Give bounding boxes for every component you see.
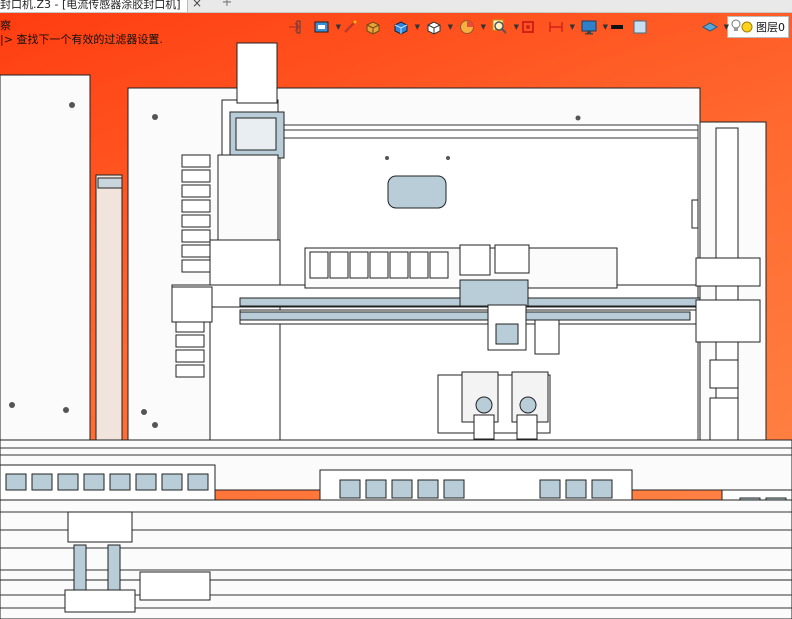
lightbulb-icon: [731, 18, 741, 37]
white-cube-icon[interactable]: ▼: [418, 16, 453, 38]
document-tab-title: 封口机.Z3 - [电流传感器涂胶封口机]: [0, 0, 181, 11]
red-frame-icon[interactable]: [517, 16, 539, 38]
view-cube-icon[interactable]: ▼: [306, 16, 341, 38]
view-toolbar: ▼ ▼ ▼ ▼ ▼ ▼ ▼: [283, 15, 652, 39]
cad-model-drawing: [0, 42, 792, 619]
section-pie-icon[interactable]: ▼: [451, 16, 486, 38]
pencil-sketch-icon[interactable]: [339, 16, 361, 38]
line-color-swatch-icon[interactable]: [606, 16, 628, 38]
command-console: 察 |> 查找下一个有效的过滤器设置.: [0, 19, 163, 47]
layer-toolbar: ▼ 图层0: [694, 15, 792, 39]
document-tab[interactable]: 封口机.Z3 - [电流传感器涂胶封口机]: [0, 0, 188, 12]
console-line-1: 察: [0, 19, 11, 32]
shaded-solid-icon[interactable]: [362, 16, 384, 38]
close-tab-icon[interactable]: ×: [190, 0, 204, 10]
new-tab-icon[interactable]: +: [220, 0, 234, 10]
layer-color-dot-icon: [741, 18, 753, 37]
blue-cube-icon[interactable]: ▼: [385, 16, 420, 38]
fill-color-swatch-icon[interactable]: [629, 16, 651, 38]
3d-model-viewport[interactable]: 察 |> 查找下一个有效的过滤器设置. ▼ ▼ ▼ ▼ ▼ ▼ ▼ ▼ 图层0: [0, 13, 792, 619]
document-tab-bar: 封口机.Z3 - [电流传感器涂胶封口机] × +: [0, 0, 792, 13]
monitor-display-icon[interactable]: ▼: [573, 16, 608, 38]
dimension-icon[interactable]: ▼: [540, 16, 575, 38]
layer-visibility-icon[interactable]: ▼: [694, 16, 729, 38]
orient-arrow-icon[interactable]: [283, 16, 305, 38]
zoom-magnifier-icon[interactable]: ▼: [484, 16, 519, 38]
layer-selector[interactable]: 图层0: [727, 16, 789, 38]
layer-name: 图层0: [756, 21, 785, 34]
console-line-2: |> 查找下一个有效的过滤器设置.: [0, 33, 163, 46]
